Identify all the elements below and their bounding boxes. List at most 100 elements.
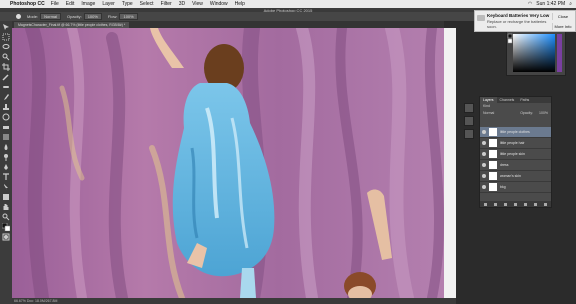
layer-row-little-people-hair[interactable]: little people hair <box>480 138 551 149</box>
path-select-tool-icon[interactable] <box>2 183 10 191</box>
visibility-eye-icon[interactable] <box>482 163 486 167</box>
eyedropper-tool-icon[interactable] <box>2 73 10 81</box>
panel-icon-strip <box>464 103 474 139</box>
stamp-tool-icon[interactable] <box>2 103 10 111</box>
layer-name: dress <box>500 163 509 167</box>
marquee-tool-icon[interactable] <box>2 33 10 41</box>
menu-type[interactable]: Type <box>122 1 133 7</box>
visibility-eye-icon[interactable] <box>482 174 486 178</box>
battery-notification: Keyboard Batteries Very Low Replace or r… <box>474 10 576 32</box>
keyboard-icon <box>477 15 485 21</box>
visibility-eye-icon[interactable] <box>482 130 486 134</box>
color-panel[interactable] <box>506 30 566 76</box>
add-mask-icon[interactable] <box>503 202 507 206</box>
menu-layer[interactable]: Layer <box>102 1 115 7</box>
menu-help[interactable]: Help <box>235 1 245 7</box>
menu-3d[interactable]: 3D <box>179 1 185 7</box>
color-swatches-icon[interactable] <box>2 223 10 231</box>
pen-tool-icon[interactable] <box>2 163 10 171</box>
link-layers-icon[interactable] <box>483 202 487 206</box>
visibility-eye-icon[interactable] <box>482 152 486 156</box>
layer-row-womans-skin[interactable]: woman's skin <box>480 171 551 182</box>
menu-image[interactable]: Image <box>81 1 95 7</box>
tab-channels[interactable]: Channels <box>497 97 518 103</box>
visibility-eye-icon[interactable] <box>482 185 486 189</box>
woman-foot <box>240 268 256 298</box>
opacity-input[interactable]: 100% <box>83 13 102 20</box>
menu-edit[interactable]: Edit <box>66 1 75 7</box>
layer-name: woman's skin <box>500 174 521 178</box>
gradient-tool-icon[interactable] <box>2 133 10 141</box>
hand-tool-icon[interactable] <box>2 203 10 211</box>
layer-filter-row: Kind <box>480 103 551 110</box>
opacity-label: Opacity: <box>67 14 82 19</box>
brush-preset-picker[interactable] <box>16 14 21 19</box>
menu-file[interactable]: File <box>51 1 59 7</box>
blend-row: Normal Opacity: 100% <box>480 110 551 117</box>
layer-row-bkg[interactable]: bkg <box>480 182 551 193</box>
menu-select[interactable]: Select <box>140 1 154 7</box>
quick-select-tool-icon[interactable] <box>2 53 10 61</box>
layers-panel: Layers Channels Paths Kind Normal Opacit… <box>479 96 552 208</box>
menu-filter[interactable]: Filter <box>161 1 172 7</box>
page-edge <box>444 28 456 298</box>
menu-view[interactable]: View <box>192 1 203 7</box>
layer-row-little-people-clothes[interactable]: little people clothes <box>480 127 551 138</box>
healing-tool-icon[interactable] <box>2 83 10 91</box>
shape-tool-icon[interactable] <box>2 193 10 201</box>
layer-style-icon[interactable] <box>493 202 497 206</box>
trash-icon[interactable] <box>544 202 548 206</box>
quick-mask-icon[interactable] <box>2 233 10 241</box>
adjustment-layer-icon[interactable] <box>513 202 517 206</box>
layer-filter-dropdown[interactable]: Kind <box>483 104 490 108</box>
layer-opacity-input[interactable]: 100% <box>539 110 551 117</box>
flow-input[interactable]: 100% <box>119 13 138 20</box>
type-tool-icon[interactable] <box>2 173 10 181</box>
layer-row-dress[interactable]: dress <box>480 160 551 171</box>
history-brush-tool-icon[interactable] <box>2 113 10 121</box>
mode-control: Mode: Normal <box>27 13 62 20</box>
new-group-icon[interactable] <box>524 202 528 206</box>
layer-name: little people skin <box>500 152 525 156</box>
brush-tool-icon[interactable] <box>2 93 10 101</box>
layer-thumbnail <box>489 183 497 191</box>
menu-window[interactable]: Window <box>210 1 228 7</box>
clock[interactable]: Sun 1:42 PM <box>536 1 565 7</box>
layer-row-little-people-skin[interactable]: little people skin <box>480 149 551 160</box>
layer-thumbnail <box>489 150 497 158</box>
move-tool-icon[interactable] <box>2 23 10 31</box>
history-panel-icon[interactable] <box>464 103 474 113</box>
close-button[interactable]: Close <box>552 13 573 20</box>
search-icon[interactable]: ⌕ <box>569 1 572 7</box>
lasso-tool-icon[interactable] <box>2 43 10 51</box>
layer-name: little people hair <box>500 141 525 145</box>
background-swatch[interactable] <box>507 38 513 44</box>
color-field[interactable] <box>507 31 565 75</box>
crop-tool-icon[interactable] <box>2 63 10 71</box>
brush-panel-icon[interactable] <box>464 129 474 139</box>
app-menu[interactable]: Photoshop CC <box>10 1 45 7</box>
wifi-icon[interactable]: ◠ <box>528 1 532 7</box>
layer-thumbnail <box>489 172 497 180</box>
mode-dropdown[interactable]: Normal <box>40 13 62 20</box>
canvas-area[interactable] <box>12 28 456 298</box>
tab-paths[interactable]: Paths <box>517 97 532 103</box>
flow-label: Flow: <box>107 14 118 19</box>
foreground-swatch[interactable] <box>507 33 513 39</box>
opacity-control: Opacity: 100% <box>67 13 102 20</box>
zoom-tool-icon[interactable] <box>2 213 10 221</box>
blend-mode-dropdown[interactable]: Normal <box>483 110 494 117</box>
layer-name: little people clothes <box>500 130 530 134</box>
more-info-button[interactable]: More Info <box>552 23 573 30</box>
new-layer-icon[interactable] <box>534 202 538 206</box>
document-tab-bar: MagnetsCharacter_Final.tif @ 66.7% (litt… <box>12 21 444 28</box>
blur-tool-icon[interactable] <box>2 143 10 151</box>
eraser-tool-icon[interactable] <box>2 123 10 131</box>
hue-slider[interactable] <box>557 34 562 72</box>
visibility-eye-icon[interactable] <box>482 141 486 145</box>
artwork-canvas[interactable] <box>12 28 456 298</box>
properties-panel-icon[interactable] <box>464 116 474 126</box>
layer-thumbnail <box>489 161 497 169</box>
mac-menu-bar: Photoshop CC File Edit Image Layer Type … <box>0 0 576 8</box>
dodge-tool-icon[interactable] <box>2 153 10 161</box>
